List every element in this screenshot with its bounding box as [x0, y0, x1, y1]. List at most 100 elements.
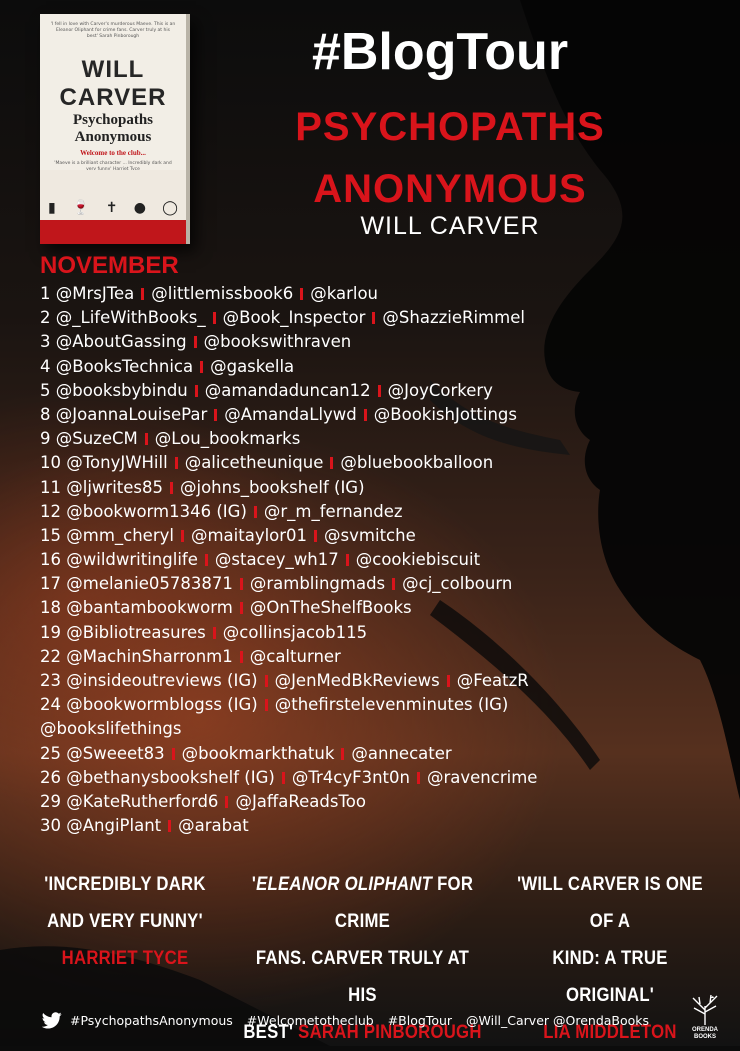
blogger-handle[interactable]: @MrsJTea — [56, 284, 135, 303]
blogger-handle[interactable]: @bantambookworm — [66, 598, 233, 617]
schedule-day: 23 — [40, 671, 61, 690]
blogger-handle[interactable]: @svmitche — [324, 526, 416, 545]
blogger-handle[interactable]: @Lou_bookmarks — [155, 429, 301, 448]
blogger-handle[interactable]: @cj_colbourn — [402, 574, 512, 593]
blogger-handle[interactable]: @AmandaLlywd — [224, 405, 357, 424]
blogger-handle[interactable]: @collinsjacob115 — [223, 623, 367, 642]
blogger-handle[interactable]: @melanie05783871 — [66, 574, 233, 593]
blogger-handle[interactable]: @stacey_wh17 — [215, 550, 339, 569]
separator — [171, 747, 175, 760]
blogger-handle[interactable]: @bookmarkthatuk — [182, 744, 335, 763]
blogger-handle[interactable]: @bluebookballoon — [340, 453, 493, 472]
blogger-handle[interactable]: @JoyCorkery — [388, 381, 493, 400]
schedule-day: 1 — [40, 284, 51, 303]
quote-line: 'INCREDIBLY DARK — [44, 874, 206, 895]
blogger-handle[interactable]: @Tr4cyF3nt0n — [292, 768, 410, 787]
schedule-row: 29 @KateRutherford6 @JaffaReadsToo — [40, 790, 700, 814]
blogger-handle[interactable]: @ShazzieRimmel — [382, 308, 525, 327]
blogger-handle[interactable]: @thefirstelevenminutes (IG) — [275, 695, 509, 714]
separator — [225, 795, 229, 808]
blogger-handle[interactable]: @bookworm1346 (IG) — [66, 502, 247, 521]
quote-line: 'WILL CARVER IS ONE OF A — [517, 874, 703, 932]
separator — [363, 408, 367, 421]
noose-icon: ◯ — [162, 200, 178, 216]
blogger-handle[interactable]: @littlemissbook6 — [151, 284, 293, 303]
separator — [180, 529, 184, 542]
separator — [392, 578, 396, 591]
blogger-handle[interactable]: @cookiebiscuit — [356, 550, 480, 569]
bottle-icon: ▮ — [48, 200, 56, 216]
blogger-handle[interactable]: @bookswithraven — [204, 332, 352, 351]
blogger-handle[interactable]: @BookishJottings — [374, 405, 517, 424]
blogger-handle[interactable]: @TonyJWHill — [66, 453, 167, 472]
separator — [264, 675, 268, 687]
blogger-handle[interactable]: @johns_bookshelf (IG) — [180, 478, 365, 497]
wine-glass-icon: 🍷 — [72, 200, 90, 216]
schedule-day: 17 — [40, 574, 61, 594]
quote-line: 'ELEANOR OLIPHANT FOR CRIME — [251, 874, 474, 932]
publisher-name-line1: ORENDA — [691, 1027, 718, 1033]
blogger-handle[interactable]: @_LifeWithBooks_ — [56, 308, 206, 327]
schedule-row: 16 @wildwritinglife @stacey_wh17 @cookiebi… — [40, 548, 700, 572]
schedule-day: 24 — [40, 695, 61, 715]
blogger-handle[interactable]: @OnTheShelfBooks — [250, 598, 412, 617]
hashtag[interactable]: #Welcometotheclub — [247, 1013, 374, 1028]
blogger-handle[interactable]: @maitaylor01 — [191, 526, 307, 545]
blogger-handle[interactable]: @mm_cheryl — [66, 526, 174, 545]
twitter-icon — [42, 1011, 62, 1028]
blogger-handle[interactable]: @BooksTechnica — [56, 357, 193, 376]
blogger-handle[interactable]: @KateRutherford6 — [66, 792, 218, 811]
schedule-row: 12 @bookworm1346 (IG) @r_m_fernandez — [40, 500, 700, 524]
blogger-handle[interactable]: @bookwormblogss (IG) — [66, 695, 257, 714]
blogger-handle[interactable]: @booksbybindu — [56, 381, 188, 400]
schedule-day: 8 — [40, 404, 51, 424]
schedule-day: 4 — [40, 356, 51, 376]
blogger-handle[interactable]: @ravencrime — [427, 768, 537, 787]
blogger-handle[interactable]: @FeatzR — [457, 671, 529, 690]
blogger-handle[interactable]: @amandaduncan12 — [205, 381, 371, 400]
blogger-handle[interactable]: @MachinSharronm1 — [66, 647, 233, 666]
blogger-handle[interactable]: @JaffaReadsToo — [235, 792, 365, 811]
blogger-handle[interactable]: @insideoutreviews (IG) — [66, 671, 257, 690]
quote-source: HARRIET TYCE — [61, 948, 189, 969]
separator — [214, 408, 218, 421]
separator — [264, 699, 268, 712]
separator — [372, 312, 376, 325]
schedule-row: 25 @Sweeet83 @bookmarkthatuk @annecater — [40, 742, 700, 766]
blogger-handle[interactable]: @bookslifethings — [40, 719, 181, 738]
separator — [194, 384, 198, 397]
blogger-handle[interactable]: @SuzeCM — [56, 429, 138, 448]
blogger-handle[interactable]: @alicetheunique — [185, 453, 324, 472]
blogger-handle[interactable]: @ljwrites85 — [66, 478, 163, 497]
schedule-row: 19 @Bibliotreasures @collinsjacob115 — [40, 621, 700, 645]
blogger-handle[interactable]: @Bibliotreasures — [66, 623, 206, 642]
blogger-handle[interactable]: @AngiPlant — [66, 816, 161, 835]
schedule-row: 17 @melanie05783871 @ramblingmads @cj_colb… — [40, 572, 700, 596]
separator — [377, 384, 381, 397]
schedule-row: 30 @AngiPlant @arabat — [40, 814, 700, 838]
blogger-handle[interactable]: @Book_Inspector — [223, 308, 366, 327]
schedule-day: 12 — [40, 501, 61, 521]
blogger-handle[interactable]: @karlou — [310, 284, 378, 303]
blogger-handle[interactable]: @ramblingmads — [250, 574, 385, 593]
blogger-handle[interactable]: @AboutGassing — [56, 332, 187, 351]
schedule-day: 30 — [40, 816, 61, 836]
blogger-handle[interactable]: @arabat — [178, 816, 249, 835]
blogger-handle[interactable]: @annecater — [351, 744, 451, 763]
blogger-handle[interactable]: @JoannaLouisePar — [56, 405, 208, 424]
hashtag[interactable]: #PsychopathsAnonymous — [70, 1013, 233, 1028]
blogger-handle[interactable]: @calturner — [250, 647, 341, 666]
schedule-day: 25 — [40, 743, 61, 763]
schedule-day: 29 — [40, 791, 61, 811]
hashtag[interactable]: #BlogTour — [388, 1013, 452, 1028]
blogger-handle[interactable]: @r_m_fernandez — [264, 502, 403, 521]
blogger-handle[interactable]: @gaskella — [210, 357, 294, 376]
blogger-handle[interactable]: @wildwritinglife — [66, 550, 198, 569]
handles[interactable]: @Will_Carver @OrendaBooks — [466, 1013, 649, 1028]
blogger-handle[interactable]: @JenMedBkReviews — [275, 671, 440, 690]
separator — [144, 433, 148, 446]
separator — [239, 602, 243, 615]
blogger-handle[interactable]: @bethanysbookshelf (IG) — [66, 768, 275, 787]
blogger-handle[interactable]: @Sweeet83 — [66, 744, 164, 763]
separator — [141, 288, 145, 300]
